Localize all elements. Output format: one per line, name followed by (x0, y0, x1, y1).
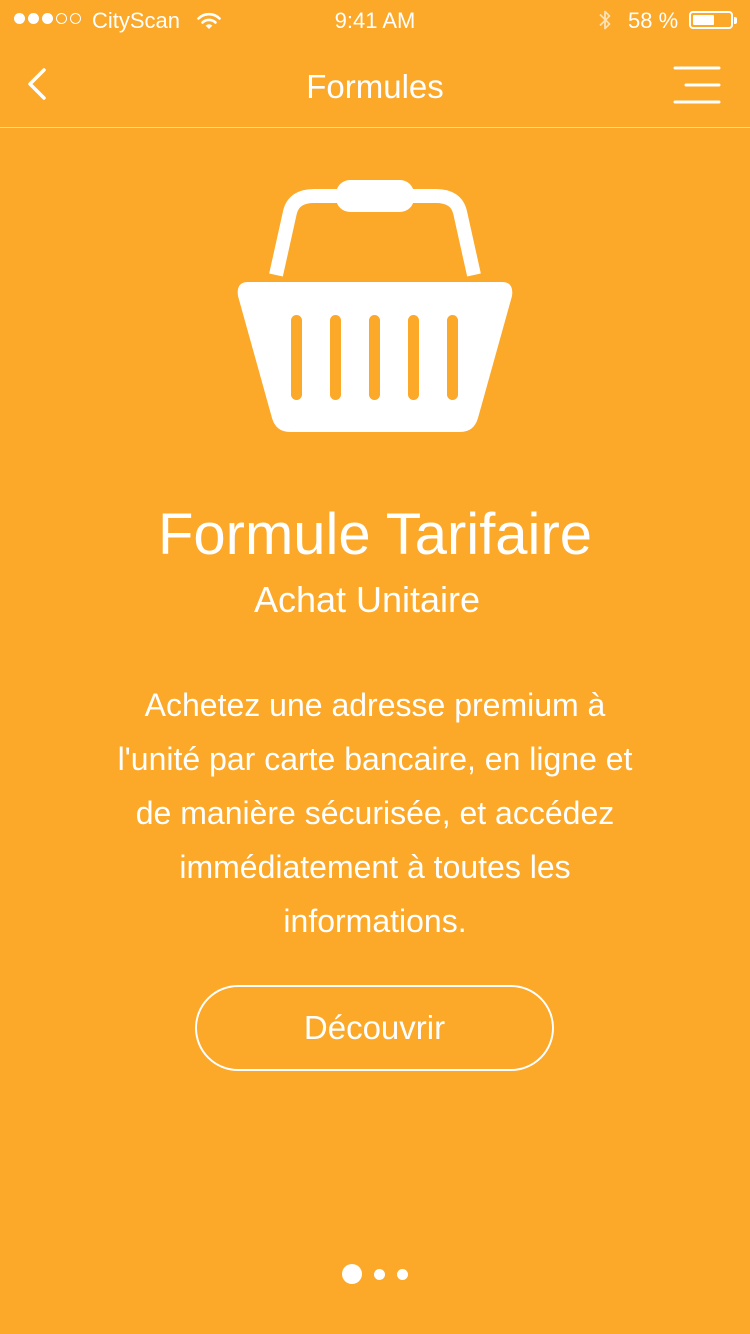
discover-button[interactable]: Découvrir (195, 985, 554, 1071)
plan-title: Formule Tarifaire (157, 502, 593, 567)
page-dot-2[interactable] (374, 1268, 385, 1280)
menu-button[interactable] (670, 64, 722, 108)
battery-percentage: 58 % (628, 8, 679, 33)
bluetooth-icon (597, 8, 613, 38)
hamburger-menu-icon (673, 66, 721, 104)
page-title: Formules (306, 68, 444, 105)
page-dot-3[interactable] (397, 1268, 408, 1280)
battery-icon (689, 11, 737, 29)
plan-subtitle: Achat Unitaire (253, 579, 481, 620)
battery-nub (734, 17, 737, 24)
navigation-bar: Formules (0, 40, 750, 128)
page-dot-1[interactable] (342, 1264, 362, 1284)
plan-description: Achetez une adresse premium à l'unité pa… (117, 687, 633, 939)
shopping-basket-icon (236, 178, 514, 434)
status-bar: CityScan 9:41 AM 58 % (0, 0, 750, 40)
battery-fill (693, 15, 714, 25)
page-indicator (0, 1264, 750, 1284)
